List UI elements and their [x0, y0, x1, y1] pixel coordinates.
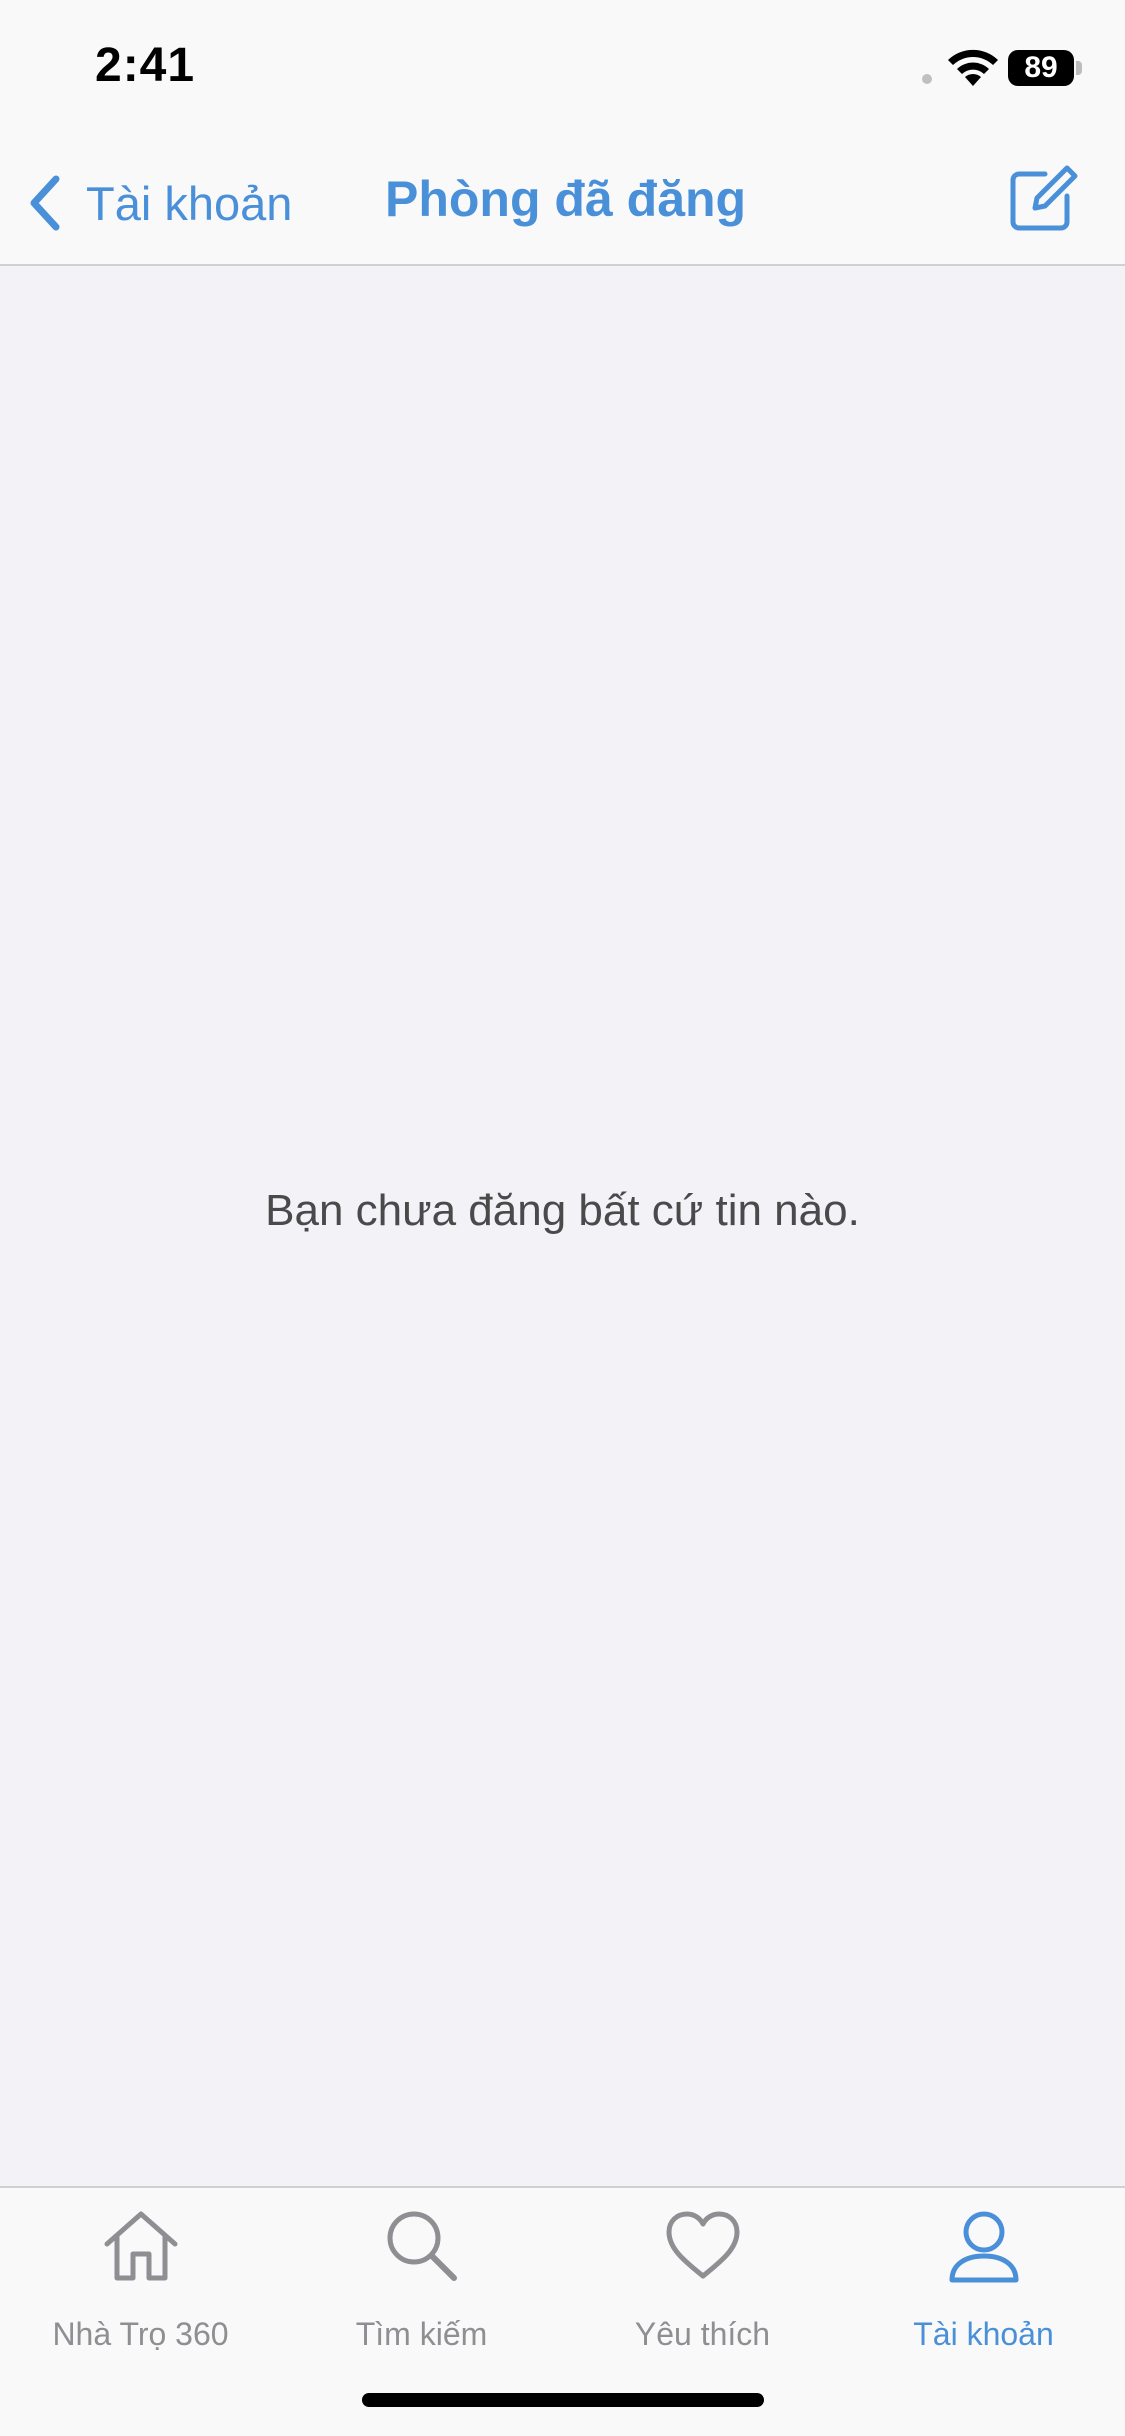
- tab-favorites[interactable]: Yêu thích: [562, 2208, 843, 2358]
- battery-cap: [1076, 61, 1082, 75]
- wifi-icon: [948, 49, 998, 86]
- back-button[interactable]: Tài khoản: [24, 168, 292, 238]
- tab-home-label: Nhà Trọ 360: [52, 2316, 229, 2352]
- home-indicator[interactable]: [362, 2393, 764, 2407]
- screen: 2:41 89 Tài khoản Phòng đã đăng Bạn chưa…: [0, 0, 1125, 2436]
- privacy-dot-icon: [922, 74, 932, 84]
- tab-favorites-label: Yêu thích: [634, 2316, 771, 2352]
- tab-search[interactable]: Tìm kiếm: [281, 2208, 562, 2358]
- status-bar: 2:41 89: [0, 0, 1125, 140]
- main-content: Bạn chưa đăng bất cứ tin nào.: [0, 266, 1125, 2186]
- home-icon: [104, 2211, 177, 2281]
- page-title: Phòng đã đăng: [385, 171, 747, 227]
- search-icon: [387, 2211, 457, 2281]
- chevron-left-icon: [30, 175, 60, 231]
- heart-icon: [666, 2211, 739, 2279]
- tab-home[interactable]: Nhà Trọ 360: [0, 2208, 281, 2358]
- empty-state-message: Bạn chưa đăng bất cứ tin nào.: [265, 1186, 860, 1235]
- compose-icon[interactable]: [1005, 160, 1081, 236]
- person-icon: [949, 2211, 1018, 2283]
- navigation-bar: Tài khoản Phòng đã đăng: [0, 140, 1125, 266]
- status-time: 2:41: [95, 39, 196, 92]
- tab-account-label: Tài khoản: [913, 2316, 1054, 2352]
- back-button-label: Tài khoản: [86, 176, 293, 230]
- tab-account[interactable]: Tài khoản: [843, 2208, 1124, 2358]
- tab-search-label: Tìm kiếm: [355, 2316, 488, 2352]
- battery-icon: 89: [1008, 50, 1074, 86]
